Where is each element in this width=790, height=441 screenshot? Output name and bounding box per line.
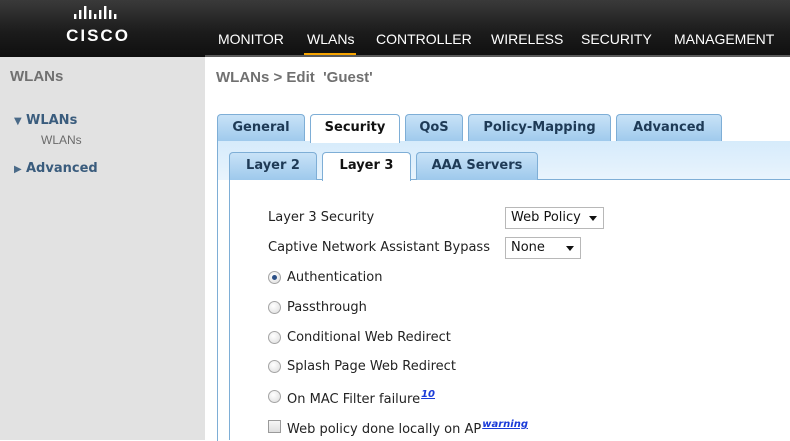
- nav-divider: [205, 55, 790, 57]
- radio-label: Splash Page Web Redirect: [287, 359, 456, 374]
- nav-label: MANAGEMENT: [674, 31, 775, 47]
- cisco-logo-text: CISCO: [66, 26, 130, 45]
- cisco-bridge-icon: [74, 6, 117, 19]
- nav-monitor[interactable]: MONITOR: [218, 0, 284, 57]
- layer3-security-select[interactable]: Web Policy: [505, 207, 604, 229]
- dropdown-caret-icon: [566, 246, 574, 251]
- radio-label-text: On MAC Filter failure: [287, 392, 421, 407]
- tab-policy-mapping[interactable]: Policy-Mapping: [468, 114, 611, 142]
- cna-bypass-value: None: [511, 240, 545, 255]
- radio-selected-dot: [272, 275, 277, 280]
- sidebar-subitem-wlans[interactable]: WLANs: [41, 133, 82, 147]
- tab-layer-3[interactable]: Layer 3: [322, 152, 411, 181]
- radio-button[interactable]: [268, 301, 281, 314]
- checkbox-label: Web policy done locally on APwarning: [287, 419, 528, 437]
- checkbox-label-text: Web policy done locally on AP: [287, 422, 482, 437]
- footnote-link[interactable]: 10: [421, 389, 435, 400]
- radio-button[interactable]: [268, 331, 281, 344]
- layer3-security-label: Layer 3 Security: [268, 210, 375, 225]
- layer3-security-value: Web Policy: [511, 210, 581, 225]
- tab-layer-2[interactable]: Layer 2: [229, 152, 317, 180]
- expanded-triangle-icon: ▼: [14, 116, 22, 127]
- cisco-logo: CISCO: [48, 5, 148, 51]
- local-policy-checkbox[interactable]: [268, 420, 281, 433]
- sidebar: WLANs ▼ WLANs WLANs ▶ Advanced: [0, 57, 205, 440]
- radio-button[interactable]: [268, 271, 281, 284]
- sidebar-item-label: WLANs: [26, 113, 78, 128]
- nav-label: WIRELESS: [491, 31, 564, 47]
- tab-qos[interactable]: QoS: [405, 114, 463, 142]
- sidebar-title: WLANs: [10, 68, 64, 85]
- nav-label: CONTROLLER: [376, 31, 472, 47]
- sidebar-item-wlans[interactable]: ▼ WLANs: [14, 113, 77, 128]
- collapsed-triangle-icon: ▶: [14, 164, 22, 175]
- warning-link[interactable]: warning: [482, 419, 528, 430]
- nav-label: WLANs: [307, 31, 355, 47]
- cna-bypass-label: Captive Network Assistant Bypass: [268, 240, 490, 255]
- dropdown-caret-icon: [589, 216, 597, 221]
- radio-label: On MAC Filter failure10: [287, 389, 435, 407]
- nav-wlans[interactable]: WLANs: [304, 0, 356, 57]
- nav-label: MONITOR: [218, 31, 284, 47]
- radio-label: Conditional Web Redirect: [287, 330, 451, 345]
- sidebar-item-advanced[interactable]: ▶ Advanced: [14, 161, 98, 176]
- tab-general[interactable]: General: [217, 114, 305, 142]
- nav-label: SECURITY: [581, 31, 652, 47]
- tab-advanced[interactable]: Advanced: [616, 114, 722, 142]
- page-title: WLANs > Edit 'Guest': [216, 69, 373, 86]
- top-bar: CISCO MONITOR WLANs CONTROLLER WIRELESS …: [0, 0, 790, 57]
- nav-management[interactable]: MANAGEMENT: [674, 0, 774, 57]
- cna-bypass-select[interactable]: None: [505, 237, 581, 259]
- radio-button[interactable]: [268, 390, 281, 403]
- nav-security[interactable]: SECURITY: [581, 0, 653, 57]
- radio-label: Authentication: [287, 270, 383, 285]
- tab-aaa-servers[interactable]: AAA Servers: [416, 152, 538, 180]
- nav-controller[interactable]: CONTROLLER: [376, 0, 472, 57]
- sidebar-item-label: Advanced: [26, 161, 98, 176]
- tab-security[interactable]: Security: [310, 114, 400, 143]
- nav-wireless[interactable]: WIRELESS: [491, 0, 563, 57]
- radio-button[interactable]: [268, 360, 281, 373]
- radio-label: Passthrough: [287, 300, 367, 315]
